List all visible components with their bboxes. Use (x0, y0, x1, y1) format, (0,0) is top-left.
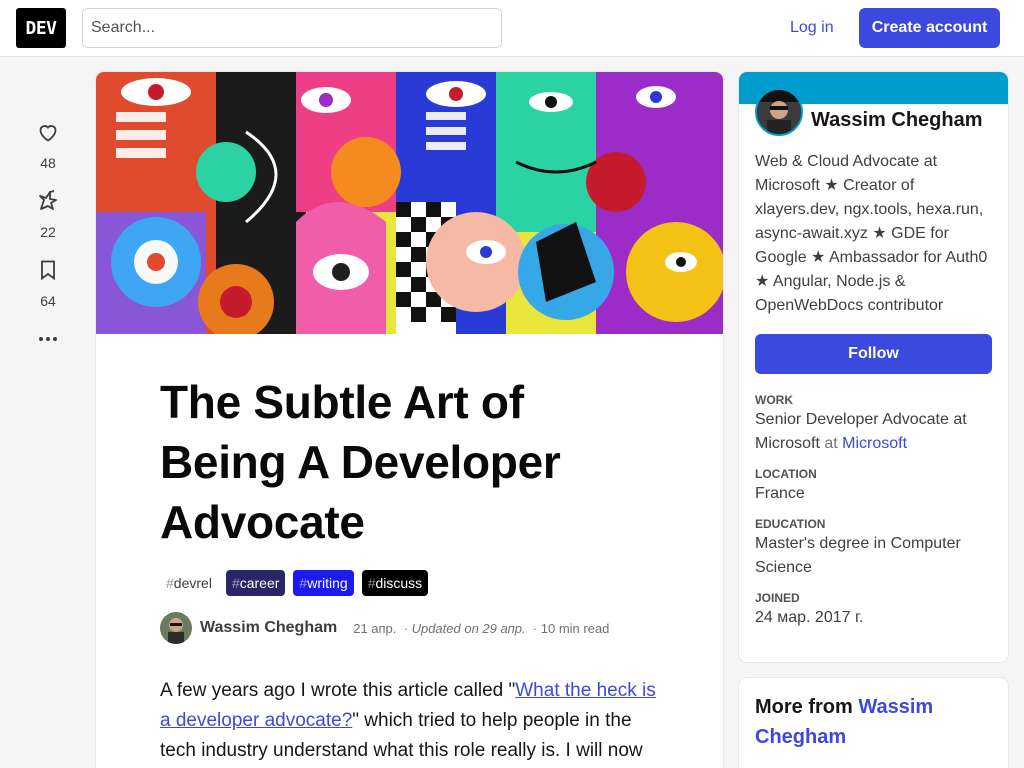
heart-reaction-button[interactable]: 48 (16, 120, 80, 171)
tag-devrel[interactable]: #devrel (160, 570, 218, 596)
bookmark-count: 64 (40, 293, 56, 309)
fact-location: Location France (755, 466, 992, 506)
tag-hash: # (231, 575, 240, 591)
article-body: The Subtle Art of Being A Developer Advo… (96, 372, 723, 768)
tag-hash: # (367, 575, 376, 591)
tag-label: devrel (173, 575, 212, 591)
profile-name[interactable]: Wassim Chegham (811, 109, 983, 132)
post-date: 21 апр. (353, 620, 397, 636)
more-from-prefix: More from (755, 696, 853, 718)
dev-logo[interactable]: DEV (16, 8, 66, 48)
cover-image (96, 72, 723, 334)
profile-facts: Work Senior Developer Advocate at Micros… (739, 392, 1008, 630)
unicorn-icon (36, 189, 60, 218)
tag-discuss[interactable]: #discuss (361, 570, 429, 596)
work-company: Microsoft (842, 435, 908, 452)
updated-date: Updated on 29 апр. (411, 620, 526, 636)
tag-writing[interactable]: #writing (293, 570, 354, 596)
meta-separator: · (525, 620, 541, 636)
author-profile-card: Wassim Chegham Web & Cloud Advocate at M… (739, 72, 1008, 662)
fact-value: 24 мар. 2017 г. (755, 609, 864, 626)
tag-list: #devrel #career #writing #discuss (160, 570, 659, 596)
bookmark-button[interactable]: 64 (16, 258, 80, 309)
fact-label: Joined (755, 591, 800, 605)
heart-icon (36, 120, 60, 149)
article-title: The Subtle Art of Being A Developer Advo… (160, 376, 561, 548)
tag-label: writing (307, 575, 348, 591)
tag-label: career (239, 575, 280, 591)
tag-hash: # (299, 575, 308, 591)
read-time: 10 min read (540, 620, 610, 636)
top-navbar: DEV Log in Create account (0, 0, 1024, 57)
meta-separator: · (396, 620, 412, 636)
fact-work: Work Senior Developer Advocate at Micros… (755, 392, 992, 456)
byline: Wassim Chegham 21 апр. · Updated on 29 а… (160, 612, 659, 644)
tag-career[interactable]: #career (225, 570, 286, 596)
article-card: The Subtle Art of Being A Developer Advo… (96, 72, 723, 768)
more-from-heading: More from Wassim Chegham (755, 692, 992, 752)
more-horizontal-icon (36, 327, 60, 356)
fact-label: Education (755, 517, 826, 531)
paragraph-text: A few years ago I wrote this article cal… (160, 680, 516, 701)
fact-education: Education Master's degree in Computer Sc… (755, 516, 992, 580)
tag-label: discuss (375, 575, 423, 591)
tag-hash: # (166, 575, 174, 591)
fact-value: Master's degree in Computer Science (755, 535, 961, 576)
profile-bio: Web & Cloud Advocate at Microsoft ★ Crea… (755, 153, 988, 314)
follow-button[interactable]: Follow (755, 334, 992, 374)
unicorn-count: 22 (40, 224, 56, 240)
fact-label: Location (755, 467, 817, 481)
fact-value: Senior Developer Advocate at Microsoft a… (755, 408, 992, 456)
login-button[interactable]: Log in (778, 8, 846, 48)
author-name[interactable]: Wassim Chegham (200, 619, 337, 637)
article-paragraph: A few years ago I wrote this article cal… (160, 676, 659, 768)
fact-value: France (755, 485, 805, 502)
search-input[interactable] (82, 8, 502, 48)
fact-joined: Joined 24 мар. 2017 г. (755, 590, 992, 630)
profile-avatar[interactable] (755, 88, 803, 136)
fact-label: Work (755, 393, 793, 407)
profile-header: Wassim Chegham (739, 88, 1008, 136)
work-at: at (824, 435, 838, 452)
bookmark-icon (36, 258, 60, 287)
author-avatar[interactable] (160, 612, 192, 644)
more-options-button[interactable] (16, 327, 80, 356)
create-account-button[interactable]: Create account (859, 8, 1000, 48)
more-from-card: More from Wassim Chegham (739, 678, 1008, 768)
heart-count: 48 (40, 155, 56, 171)
reactions-rail: 48 22 64 (16, 120, 80, 356)
unicorn-reaction-button[interactable]: 22 (16, 189, 80, 240)
